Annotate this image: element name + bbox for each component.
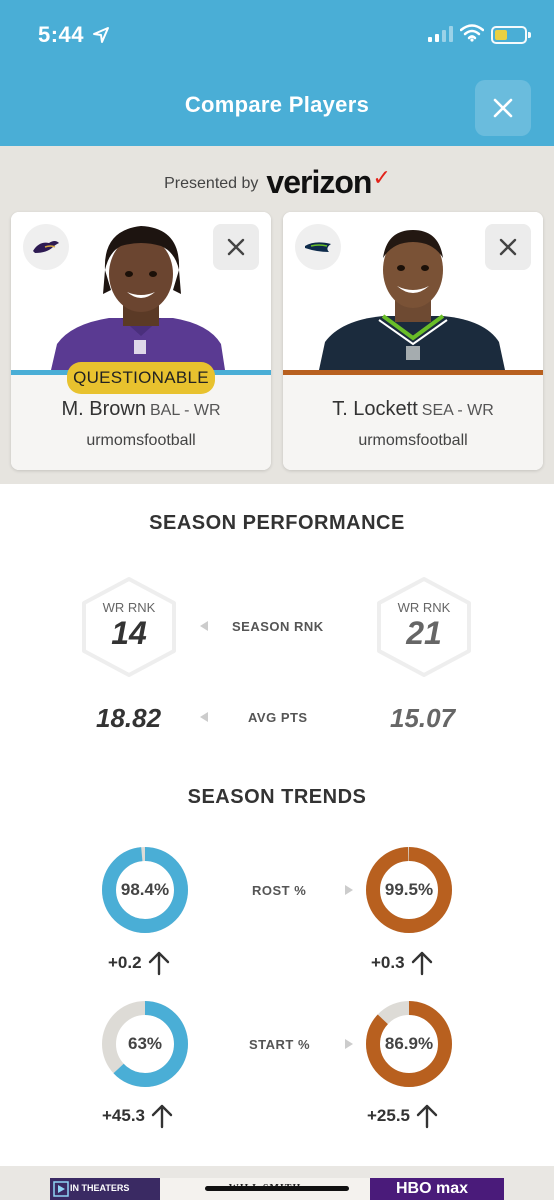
season-performance-title: SEASON PERFORMANCE — [149, 512, 405, 534]
arrow-right-icon — [345, 885, 353, 895]
arrow-left-icon — [200, 621, 208, 631]
player-name-line: T. Lockett SEA - WR — [283, 398, 543, 421]
close-icon — [493, 98, 513, 118]
arrow-up-icon — [411, 951, 432, 976]
season-trends-title: SEASON TRENDS — [187, 786, 367, 808]
seahawks-logo-icon — [295, 224, 341, 270]
players-area: Presented by verizon✓ QUESTIONABLE M. Br… — [0, 146, 554, 484]
home-indicator[interactable] — [205, 1186, 349, 1191]
battery-icon — [491, 26, 531, 44]
ad-right-text: HBO max — [396, 1180, 469, 1197]
right-rank-position: WR RNK — [397, 600, 451, 615]
status-time: 5:44 — [38, 22, 85, 47]
card-info — [283, 375, 543, 470]
season-rank-label: SEASON RNK — [232, 619, 324, 634]
sponsor-banner: Presented by verizon✓ — [0, 162, 554, 202]
sponsor-brand: verizon — [266, 163, 372, 200]
right-rank-block: WR RNK 21 — [374, 600, 474, 652]
arrow-left-icon — [200, 712, 208, 722]
close-icon — [227, 238, 245, 256]
player-team-position: BAL - WR — [149, 402, 221, 419]
rost-percent-label: ROST % — [252, 883, 307, 898]
left-avg-points: 18.82 — [96, 703, 162, 733]
app-header: 5:44 Compare Players — [0, 0, 554, 146]
right-rost-value: 99.5% — [384, 880, 434, 899]
sponsor-check-icon: ✓ — [372, 164, 390, 190]
player-name: M. Brown — [61, 398, 146, 420]
player-card-right[interactable]: T. Lockett SEA - WR urmomsfootball — [283, 212, 543, 470]
ravens-logo-icon — [23, 224, 69, 270]
ad-choices-icon — [53, 1181, 69, 1197]
team-owner: urmomsfootball — [86, 432, 196, 449]
left-start-value: 63% — [127, 1034, 163, 1053]
right-rost-delta-value: +0.3 — [371, 953, 405, 972]
player-team-position: SEA - WR — [421, 402, 494, 419]
remove-player-button[interactable] — [485, 224, 531, 270]
location-arrow-icon — [93, 27, 109, 43]
right-rost-delta: +0.3 — [371, 950, 433, 976]
left-rost-delta: +0.2 — [108, 950, 170, 976]
team-owner: urmomsfootball — [358, 432, 468, 449]
right-start-delta-value: +25.5 — [367, 1106, 411, 1125]
start-percent-label: START % — [249, 1037, 311, 1052]
arrow-up-icon — [416, 1104, 438, 1129]
signal-icon — [428, 26, 453, 42]
ad-left-panel: IN THEATERS — [50, 1178, 160, 1200]
avg-points-label: AVG PTS — [248, 710, 308, 725]
left-rank-block: WR RNK 14 — [79, 600, 179, 652]
left-rank-value: 14 — [111, 615, 147, 651]
right-start-value: 86.9% — [384, 1034, 434, 1053]
close-button[interactable] — [475, 80, 531, 136]
injury-status-badge: QUESTIONABLE — [67, 362, 215, 394]
ad-left-text: IN THEATERS — [70, 1183, 130, 1193]
sponsor-label: Presented by — [164, 175, 259, 192]
left-start-delta: +45.3 — [102, 1103, 173, 1129]
arrow-up-icon — [151, 1104, 173, 1129]
left-rank-position: WR RNK — [102, 600, 156, 615]
player-name: T. Lockett — [332, 398, 418, 420]
arrow-right-icon — [345, 1039, 353, 1049]
left-rost-value: 98.4% — [120, 880, 170, 899]
close-icon — [499, 238, 517, 256]
page-title: Compare Players — [184, 92, 370, 117]
right-start-delta: +25.5 — [367, 1103, 438, 1129]
remove-player-button[interactable] — [213, 224, 259, 270]
ad-right-panel: HBO max — [370, 1178, 504, 1200]
left-rost-delta-value: +0.2 — [108, 953, 142, 972]
wifi-icon — [460, 24, 484, 42]
right-avg-points: 15.07 — [390, 703, 456, 733]
arrow-up-icon — [148, 951, 169, 976]
sponsor-logo: verizon✓ — [266, 163, 390, 201]
left-start-delta-value: +45.3 — [102, 1106, 146, 1125]
ad-area: IN THEATERS WILL SMITH HBO max — [0, 1166, 554, 1200]
player-card-left[interactable]: QUESTIONABLE M. Brown BAL - WR urmomsfoot… — [11, 212, 271, 470]
right-rank-value: 21 — [406, 615, 442, 651]
player-name-line: M. Brown BAL - WR — [11, 398, 271, 421]
